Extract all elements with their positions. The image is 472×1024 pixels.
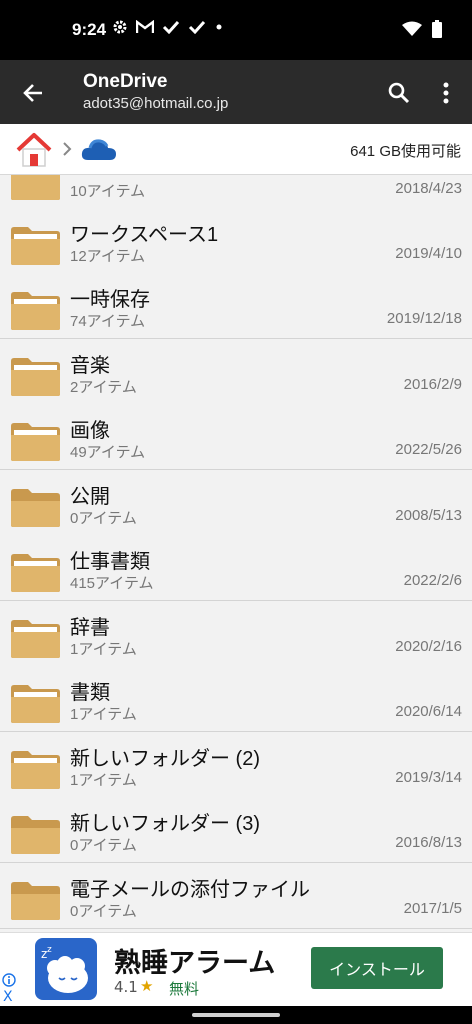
folder-name: 書類	[70, 682, 110, 704]
folder-row[interactable]: 新しいフォルダー (2) 1アイテム 2019/3/14	[0, 732, 472, 798]
status-time: 9:24	[72, 20, 107, 39]
ad-banner[interactable]: X z z 熟睡アラーム 4.1 ★ 無料 インストール	[0, 932, 472, 1007]
modified-date: 2022/2/6	[403, 572, 462, 589]
install-button[interactable]: インストール	[311, 947, 443, 989]
item-count: 2アイテム	[70, 379, 137, 396]
item-count: 0アイテム	[70, 903, 137, 920]
item-count: 0アイテム	[70, 510, 137, 527]
folder-name: 電子メールの添付ファイル	[70, 879, 310, 901]
app-title: OneDrive	[83, 71, 168, 92]
gear-icon	[113, 20, 127, 34]
folder-name: 一時保存	[70, 289, 150, 311]
folder-icon	[11, 685, 60, 723]
search-icon	[388, 82, 410, 104]
modified-date: 2019/12/18	[386, 310, 462, 327]
folder-icon	[11, 292, 60, 330]
folder-icon	[11, 816, 60, 854]
modified-date: 2020/2/16	[395, 638, 462, 655]
modified-date: 2019/4/10	[395, 245, 462, 262]
ad-close-button[interactable]: X	[3, 989, 13, 1005]
ad-title: 熟睡アラーム	[114, 948, 276, 979]
item-count: 0アイテム	[70, 837, 137, 854]
navigation-bar	[0, 1006, 472, 1024]
folder-name: 新しいフォルダー (2)	[70, 748, 260, 770]
dot-icon	[216, 24, 222, 30]
breadcrumb: 641 GB使用可能	[0, 124, 472, 175]
folder-icon	[11, 175, 60, 200]
folder-icon	[11, 554, 60, 592]
available-space: 641 GB使用可能	[350, 143, 461, 160]
home-icon[interactable]	[15, 132, 53, 168]
item-count: 415アイテム	[70, 575, 154, 592]
modified-date: 2016/8/13	[395, 834, 462, 851]
folder-name: 音楽	[70, 355, 110, 377]
item-count: 12アイテム	[70, 248, 146, 265]
sleeping-sheep-icon: z z	[41, 945, 88, 993]
battery-icon	[432, 20, 442, 38]
svg-text:z: z	[47, 945, 52, 955]
folder-row[interactable]: 書類 1アイテム 2020/6/14	[0, 666, 472, 732]
folder-name: 画像	[70, 420, 110, 442]
star-icon: ★	[140, 977, 154, 995]
search-button[interactable]	[382, 76, 416, 110]
ad-app-icon[interactable]: z z	[35, 938, 97, 1000]
check-icon	[188, 20, 206, 34]
ad-price: 無料	[169, 980, 200, 998]
folder-row[interactable]: 一時保存 74アイテム 2019/12/18	[0, 273, 472, 339]
modified-date: 2008/5/13	[395, 507, 462, 524]
item-count: 1アイテム	[70, 641, 137, 658]
more-options-button[interactable]	[432, 76, 460, 110]
app-bar: OneDrive adot35@hotmail.co.jp	[0, 60, 472, 124]
folder-row[interactable]: 音楽 2アイテム 2016/2/9	[0, 339, 472, 405]
folder-name: 公開	[70, 486, 110, 508]
chevron-right-icon	[63, 142, 72, 156]
item-count: 49アイテム	[70, 444, 146, 461]
item-count: 10アイテム	[70, 183, 146, 200]
back-button[interactable]	[16, 76, 50, 110]
more-vert-icon	[443, 82, 449, 104]
folder-row[interactable]: 10アイテム 2018/4/23	[0, 175, 472, 209]
folder-row[interactable]: ワークスペース1 12アイテム 2019/4/10	[0, 208, 472, 274]
folder-row[interactable]: 公開 0アイテム 2008/5/13	[0, 470, 472, 536]
file-list: 10アイテム 2018/4/23 ワークスペース1 12アイテム 2019/4/…	[0, 175, 472, 931]
account-email: adot35@hotmail.co.jp	[83, 95, 229, 112]
folder-row[interactable]: 電子メールの添付ファイル 0アイテム 2017/1/5	[0, 863, 472, 929]
modified-date: 2017/1/5	[403, 900, 462, 917]
ad-info-icon[interactable]	[2, 973, 16, 987]
folder-icon	[11, 751, 60, 789]
folder-row[interactable]: 新しいフォルダー (3) 0アイテム 2016/8/13	[0, 797, 472, 863]
modified-date: 2019/3/14	[395, 769, 462, 786]
modified-date: 2022/5/26	[395, 441, 462, 458]
back-arrow-icon	[23, 84, 42, 102]
folder-name: ワークスペース1	[70, 224, 219, 246]
folder-icon	[11, 423, 60, 461]
onedrive-cloud-icon[interactable]	[80, 136, 118, 162]
ad-rating: 4.1	[114, 978, 138, 996]
folder-row[interactable]: 辞書 1アイテム 2020/2/16	[0, 601, 472, 667]
folder-row[interactable]: 画像 49アイテム 2022/5/26	[0, 404, 472, 470]
folder-icon	[11, 489, 60, 527]
item-count: 74アイテム	[70, 313, 146, 330]
status-bar: 9:24	[0, 0, 472, 60]
modified-date: 2020/6/14	[395, 703, 462, 720]
folder-name: 仕事書類	[70, 551, 150, 573]
folder-name: 新しいフォルダー (3)	[70, 813, 260, 835]
modified-date: 2018/4/23	[395, 180, 462, 197]
gmail-icon	[136, 20, 154, 33]
home-gesture-handle[interactable]	[192, 1013, 280, 1017]
folder-row[interactable]: 仕事書類 415アイテム 2022/2/6	[0, 535, 472, 601]
folder-icon	[11, 227, 60, 265]
folder-icon	[11, 882, 60, 920]
item-count: 1アイテム	[70, 706, 137, 723]
item-count: 1アイテム	[70, 772, 137, 789]
folder-icon	[11, 358, 60, 396]
modified-date: 2016/2/9	[403, 376, 462, 393]
wifi-icon	[402, 21, 422, 36]
check-icon	[162, 20, 180, 34]
folder-name: 辞書	[70, 617, 110, 639]
folder-icon	[11, 620, 60, 658]
